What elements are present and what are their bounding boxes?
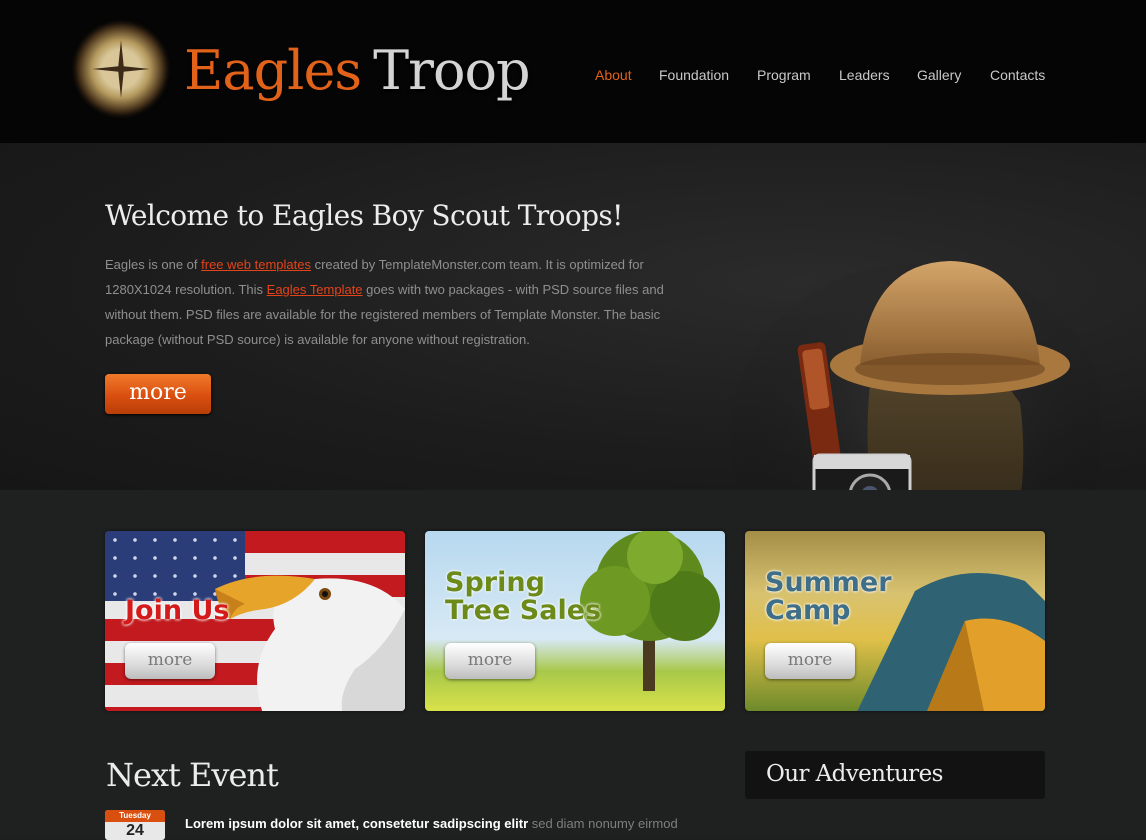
banner-title-line: Camp (765, 595, 851, 626)
event-headline[interactable]: Lorem ipsum dolor sit amet, consetetur s… (185, 816, 528, 831)
banner-title-line: Spring (445, 567, 545, 598)
free-web-templates-link[interactable]: free web templates (201, 257, 311, 272)
eagles-template-link[interactable]: Eagles Template (267, 282, 363, 297)
hero-text: Eagles is one of free web templates crea… (105, 252, 705, 352)
nav-contacts[interactable]: Contacts (990, 65, 1045, 85)
banner-title: Summer Camp (765, 569, 892, 625)
banner-more-button[interactable]: more (445, 643, 535, 679)
nav-program[interactable]: Program (757, 65, 811, 85)
banner-summer-camp[interactable]: Summer Camp more (745, 531, 1045, 711)
site-logo[interactable]: Eagles Troop (184, 36, 531, 106)
eagle-image (215, 575, 405, 711)
calendar-day: Tuesday (105, 810, 165, 822)
hero-more-button[interactable]: more (105, 374, 211, 414)
banner-more-button[interactable]: more (125, 643, 215, 679)
hero-title: Welcome to Eagles Boy Scout Troops! (105, 199, 623, 232)
logo-text-troop: Troop (373, 39, 530, 102)
hero-text-part: Eagles is one of (105, 257, 202, 272)
event-calendar-icon: Tuesday 24 (105, 810, 165, 840)
banner-title-line: Summer (765, 567, 892, 598)
next-event-title: Next Event (106, 756, 279, 794)
header: Eagles Troop About Foundation Program Lea… (0, 0, 1146, 143)
hero-section: Welcome to Eagles Boy Scout Troops! Eagl… (0, 143, 1146, 603)
banner-title-line: Join Us (125, 595, 230, 626)
banner-title: Spring Tree Sales (445, 569, 601, 625)
compass-logo-icon[interactable] (76, 24, 166, 114)
banner-spring-tree-sales[interactable]: Spring Tree Sales more (425, 531, 725, 711)
nav-gallery[interactable]: Gallery (917, 65, 961, 85)
nav-leaders[interactable]: Leaders (839, 65, 890, 85)
banner-title: Join Us (125, 597, 229, 625)
calendar-number: 24 (126, 822, 144, 839)
event-text: sed diam nonumy eirmod (528, 816, 678, 831)
adventures-title: Our Adventures (766, 761, 943, 787)
banner-title-line: Tree Sales (445, 595, 602, 626)
banner-more-button[interactable]: more (765, 643, 855, 679)
nav-about[interactable]: About (595, 65, 632, 85)
logo-text-eagles: Eagles (184, 39, 362, 102)
event-description: Lorem ipsum dolor sit amet, consetetur s… (185, 816, 678, 832)
adventures-panel: Our Adventures (745, 751, 1045, 799)
nav-foundation[interactable]: Foundation (659, 65, 729, 85)
banner-join-us[interactable]: Join Us more (105, 531, 405, 711)
